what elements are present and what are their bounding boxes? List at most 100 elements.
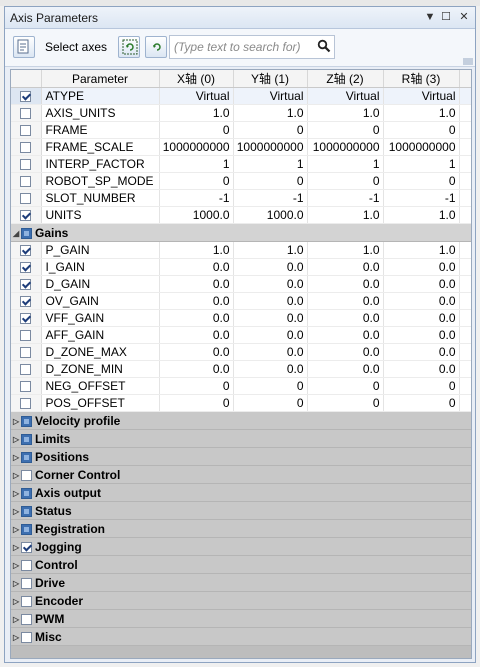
parameter-row[interactable]: AXIS_UNITS 1.0 1.0 1.0 1.0 bbox=[11, 104, 471, 122]
group-header-cell[interactable]: ▷ Axis output bbox=[11, 483, 471, 502]
value-cell-r-axis[interactable]: 0.0 bbox=[383, 258, 460, 276]
column-header-y-axis[interactable]: Y轴 (1) bbox=[233, 70, 308, 88]
parameter-row[interactable]: SLOT_NUMBER -1 -1 -1 -1 bbox=[11, 189, 471, 207]
toolbar-overflow-icon[interactable] bbox=[463, 58, 473, 65]
value-cell-y-axis[interactable]: 0.0 bbox=[233, 292, 308, 310]
group-row[interactable]: ▷ Control bbox=[11, 555, 471, 574]
row-checkbox[interactable] bbox=[20, 381, 32, 393]
value-cell-y-axis[interactable]: 0.0 bbox=[233, 326, 308, 344]
maximize-icon[interactable]: ☐ bbox=[439, 10, 453, 24]
value-cell-z-axis[interactable]: 0.0 bbox=[307, 258, 384, 276]
row-checkbox[interactable] bbox=[20, 279, 32, 291]
parameter-row[interactable]: D_ZONE_MAX 0.0 0.0 0.0 0.0 bbox=[11, 343, 471, 361]
group-row[interactable]: ▷ Registration bbox=[11, 519, 471, 538]
value-cell-r-axis[interactable]: 1.0 bbox=[383, 104, 460, 122]
expand-arrow-icon[interactable]: ▷ bbox=[13, 615, 21, 624]
group-row[interactable]: ▷ Jogging bbox=[11, 537, 471, 556]
group-row[interactable]: ▷ Misc bbox=[11, 627, 471, 646]
group-checkbox[interactable] bbox=[21, 577, 32, 589]
group-row[interactable]: ▷ PWM bbox=[11, 609, 471, 628]
column-header-z-axis[interactable]: Z轴 (2) bbox=[307, 70, 384, 88]
group-checkbox[interactable] bbox=[21, 523, 32, 535]
row-checkbox[interactable] bbox=[20, 347, 32, 359]
value-cell-x-axis[interactable]: 1 bbox=[159, 155, 234, 173]
value-cell-z-axis[interactable]: 1000000000 bbox=[307, 138, 384, 156]
value-cell-z-axis[interactable]: 0 bbox=[307, 394, 384, 412]
collapse-arrow-icon[interactable]: ◢ bbox=[13, 229, 21, 238]
group-row[interactable]: ▷ Encoder bbox=[11, 591, 471, 610]
value-cell-x-axis[interactable]: -1 bbox=[159, 189, 234, 207]
select-axes-label[interactable]: Select axes bbox=[45, 40, 107, 54]
value-cell-x-axis[interactable]: 0.0 bbox=[159, 275, 234, 293]
group-checkbox[interactable] bbox=[21, 541, 32, 553]
dropdown-arrow-icon[interactable]: ▼ bbox=[423, 10, 437, 24]
expand-arrow-icon[interactable]: ▷ bbox=[13, 453, 21, 462]
value-cell-y-axis[interactable]: Virtual bbox=[233, 87, 308, 105]
group-checkbox[interactable] bbox=[21, 451, 32, 463]
expand-arrow-icon[interactable]: ▷ bbox=[13, 561, 21, 570]
group-row[interactable]: ▷ Drive bbox=[11, 573, 471, 592]
value-cell-x-axis[interactable]: Virtual bbox=[159, 87, 234, 105]
parameter-row[interactable]: NEG_OFFSET 0 0 0 0 bbox=[11, 377, 471, 395]
value-cell-x-axis[interactable]: 1000000000 bbox=[159, 138, 234, 156]
group-header-cell[interactable]: ▷ Jogging bbox=[11, 537, 471, 556]
close-icon[interactable]: ✕ bbox=[457, 10, 471, 24]
group-header-cell[interactable]: ▷ Corner Control bbox=[11, 465, 471, 484]
expand-arrow-icon[interactable]: ▷ bbox=[13, 417, 21, 426]
search-box[interactable] bbox=[169, 35, 335, 59]
group-row[interactable]: ▷ Limits bbox=[11, 429, 471, 448]
group-checkbox[interactable] bbox=[21, 505, 32, 517]
expand-arrow-icon[interactable]: ▷ bbox=[13, 435, 21, 444]
value-cell-r-axis[interactable]: 0 bbox=[383, 377, 460, 395]
group-header-cell[interactable]: ▷ Drive bbox=[11, 573, 471, 592]
value-cell-z-axis[interactable]: 0.0 bbox=[307, 326, 384, 344]
parameter-row[interactable]: ATYPE Virtual Virtual Virtual Virtual bbox=[11, 87, 471, 105]
expand-arrow-icon[interactable]: ▷ bbox=[13, 543, 21, 552]
row-checkbox[interactable] bbox=[20, 330, 32, 342]
value-cell-x-axis[interactable]: 0 bbox=[159, 172, 234, 190]
group-checkbox[interactable] bbox=[21, 559, 32, 571]
row-checkbox[interactable] bbox=[20, 108, 32, 120]
parameter-row[interactable]: P_GAIN 1.0 1.0 1.0 1.0 bbox=[11, 241, 471, 259]
value-cell-z-axis[interactable]: 0.0 bbox=[307, 360, 384, 378]
select-axes-button[interactable] bbox=[13, 36, 35, 58]
value-cell-x-axis[interactable]: 0.0 bbox=[159, 258, 234, 276]
group-header-cell[interactable]: ▷ Encoder bbox=[11, 591, 471, 610]
parameter-row[interactable]: FRAME 0 0 0 0 bbox=[11, 121, 471, 139]
expand-arrow-icon[interactable]: ▷ bbox=[13, 633, 21, 642]
value-cell-x-axis[interactable]: 0.0 bbox=[159, 360, 234, 378]
value-cell-z-axis[interactable]: Virtual bbox=[307, 87, 384, 105]
value-cell-y-axis[interactable]: 0.0 bbox=[233, 309, 308, 327]
row-checkbox[interactable] bbox=[20, 296, 32, 308]
value-cell-z-axis[interactable]: 0.0 bbox=[307, 343, 384, 361]
parameter-row[interactable]: OV_GAIN 0.0 0.0 0.0 0.0 bbox=[11, 292, 471, 310]
group-header-cell[interactable]: ▷ PWM bbox=[11, 609, 471, 628]
parameter-row[interactable]: FRAME_SCALE 1000000000 1000000000 100000000… bbox=[11, 138, 471, 156]
value-cell-z-axis[interactable]: 0 bbox=[307, 172, 384, 190]
parameter-row[interactable]: I_GAIN 0.0 0.0 0.0 0.0 bbox=[11, 258, 471, 276]
row-checkbox[interactable] bbox=[20, 245, 32, 257]
value-cell-y-axis[interactable]: 1000.0 bbox=[233, 206, 308, 224]
expand-arrow-icon[interactable]: ▷ bbox=[13, 525, 21, 534]
group-row[interactable]: ▷ Velocity profile bbox=[11, 411, 471, 430]
row-checkbox[interactable] bbox=[20, 159, 32, 171]
group-header-cell[interactable]: ▷ Control bbox=[11, 555, 471, 574]
value-cell-r-axis[interactable]: 1 bbox=[383, 155, 460, 173]
value-cell-x-axis[interactable]: 0 bbox=[159, 394, 234, 412]
value-cell-z-axis[interactable]: 1.0 bbox=[307, 241, 384, 259]
row-checkbox[interactable] bbox=[20, 193, 32, 205]
expand-arrow-icon[interactable]: ▷ bbox=[13, 489, 21, 498]
value-cell-r-axis[interactable]: 0.0 bbox=[383, 326, 460, 344]
value-cell-z-axis[interactable]: 0.0 bbox=[307, 292, 384, 310]
value-cell-r-axis[interactable]: 0.0 bbox=[383, 292, 460, 310]
group-header-cell[interactable]: ▷ Status bbox=[11, 501, 471, 520]
expand-arrow-icon[interactable]: ▷ bbox=[13, 507, 21, 516]
value-cell-y-axis[interactable]: 0.0 bbox=[233, 275, 308, 293]
group-checkbox[interactable] bbox=[21, 469, 32, 481]
value-cell-r-axis[interactable]: Virtual bbox=[383, 87, 460, 105]
value-cell-y-axis[interactable]: 1.0 bbox=[233, 104, 308, 122]
value-cell-y-axis[interactable]: 1 bbox=[233, 155, 308, 173]
value-cell-z-axis[interactable]: 0.0 bbox=[307, 309, 384, 327]
refresh-button[interactable] bbox=[145, 36, 167, 58]
parameter-row[interactable]: D_ZONE_MIN 0.0 0.0 0.0 0.0 bbox=[11, 360, 471, 378]
